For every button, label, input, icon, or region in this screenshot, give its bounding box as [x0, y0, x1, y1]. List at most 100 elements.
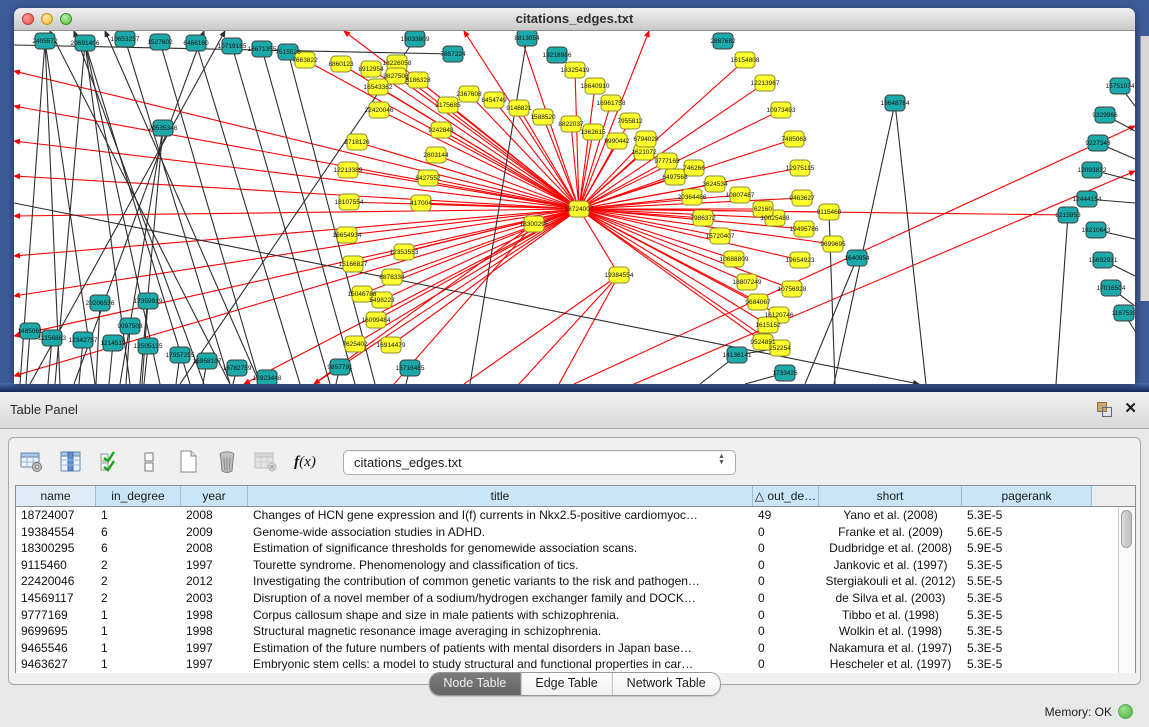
- table-row[interactable]: 977716911998Corpus callosum shape and si…: [16, 607, 1135, 624]
- graph-node-label: 14136141: [723, 352, 752, 359]
- cell-year: 2008: [181, 540, 248, 557]
- delete-table-icon[interactable]: [253, 449, 279, 475]
- graph-node-label: 7986372: [690, 215, 716, 222]
- table-row[interactable]: 1456911722003Disruption of a novel membe…: [16, 590, 1135, 607]
- graph-node-label: 2718126: [344, 139, 370, 146]
- cell-short: Yano et al. (2008): [819, 507, 962, 524]
- graph-node-label: 20364486: [678, 194, 707, 201]
- graph-node-label: 252254: [769, 345, 791, 352]
- table-row[interactable]: 911546021997Tourette syndrome. Phenomeno…: [16, 557, 1135, 574]
- graph-node-label: 8454749: [481, 97, 507, 104]
- float-panel-icon[interactable]: [1096, 401, 1112, 417]
- memory-status-indicator[interactable]: [1118, 704, 1133, 719]
- graph-edge: [519, 275, 619, 384]
- column-header-pagerank[interactable]: pagerank: [962, 486, 1092, 506]
- close-panel-icon[interactable]: ✕: [1124, 401, 1137, 417]
- column-header-name[interactable]: name: [16, 486, 96, 506]
- table-selector-dropdown[interactable]: citations_edges.txt ▲▼: [343, 450, 736, 475]
- table-row[interactable]: 969969511998Structural magnetic resonanc…: [16, 623, 1135, 640]
- graph-node-label: 9684067: [745, 299, 771, 306]
- graph-node-label: 2887682: [710, 38, 736, 45]
- graph-node-label: 16958107: [193, 358, 222, 365]
- graph-node-label: 11156863: [38, 335, 66, 342]
- table-panel-header: Table Panel ✕: [0, 392, 1149, 429]
- tab-network-table[interactable]: Network Table: [613, 673, 720, 695]
- graph-node-label: 10653257: [111, 36, 140, 43]
- graph-edge: [391, 209, 579, 345]
- cell-in_degree: 6: [96, 524, 181, 541]
- background-window-edge: [1140, 36, 1149, 301]
- network-window-title: citations_edges.txt: [14, 11, 1135, 26]
- node-table: namein_degreeyeartitle△ out_de…shortpage…: [15, 485, 1136, 673]
- cell-name: 19384554: [16, 524, 96, 541]
- column-header-in_degree[interactable]: in_degree: [96, 486, 181, 506]
- function-builder-icon[interactable]: f(x): [292, 449, 318, 475]
- table-row[interactable]: 2242004622012Investigating the contribut…: [16, 573, 1135, 590]
- table-body: 1872400712008Changes of HCN gene express…: [16, 507, 1135, 673]
- citation-network-graph[interactable]: 2405572206914061065325715276026466160107…: [14, 31, 1135, 384]
- table-row[interactable]: 946554611997Estimation of the future num…: [16, 640, 1135, 657]
- table-row[interactable]: 1938455462009Genome-wide association stu…: [16, 524, 1135, 541]
- graph-node-label: 20206536: [86, 300, 115, 307]
- graph-node-label: 16543362: [364, 84, 393, 91]
- cell-in_degree: 1: [96, 507, 181, 524]
- cell-short: Nakamura et al. (1997): [819, 640, 962, 657]
- graph-node-label: 746266: [683, 165, 705, 172]
- graph-node-label: 8215953: [1055, 212, 1081, 219]
- graph-node-label: 8822037: [558, 121, 584, 128]
- column-header-out_degree[interactable]: △ out_de…: [753, 486, 819, 506]
- graph-node-label: 16654934: [333, 232, 362, 239]
- table-settings-icon[interactable]: [19, 449, 45, 475]
- cell-title: Changes of HCN gene expression and I(f) …: [248, 507, 753, 524]
- tab-edge-table[interactable]: Edge Table: [521, 673, 612, 695]
- graph-node-label: 10688809: [720, 256, 749, 263]
- table-vertical-scrollbar[interactable]: [1118, 507, 1135, 673]
- table-row[interactable]: 946362711997Embryonic stem cells: a mode…: [16, 656, 1135, 673]
- memory-status-label: Memory: OK: [1045, 705, 1112, 719]
- graph-node-label: 18107554: [335, 199, 364, 206]
- graph-edge: [262, 49, 355, 384]
- cell-name: 22420046: [16, 573, 96, 590]
- column-selector-icon[interactable]: [58, 449, 84, 475]
- graph-node-label: 17957255: [166, 352, 195, 359]
- cell-pagerank: 5.3E-5: [962, 590, 1092, 607]
- cell-out_degree: 0: [753, 540, 819, 557]
- scrollbar-thumb[interactable]: [1121, 510, 1132, 548]
- cell-year: 1998: [181, 607, 248, 624]
- column-header-short[interactable]: short: [819, 486, 962, 506]
- row-height-icon[interactable]: [136, 449, 162, 475]
- graph-node-label: 9463627: [789, 195, 815, 202]
- cell-out_degree: 0: [753, 524, 819, 541]
- column-header-title[interactable]: title: [248, 486, 753, 506]
- graph-node-label: 18226058: [383, 60, 412, 67]
- graph-node-label: 18807249: [733, 279, 762, 286]
- cell-short: Stergiakouli et al. (2012): [819, 573, 962, 590]
- graph-node-label: 15166827: [339, 261, 368, 268]
- column-header-year[interactable]: year: [181, 486, 248, 506]
- graph-node-label: 12975115: [786, 165, 815, 172]
- network-canvas[interactable]: 2405572206914061065325715276026466160107…: [14, 31, 1135, 384]
- graph-node-label: 9777169: [654, 158, 680, 165]
- select-columns-icon[interactable]: [97, 449, 123, 475]
- delete-column-icon[interactable]: [214, 449, 240, 475]
- cell-year: 2012: [181, 573, 248, 590]
- network-window-titlebar[interactable]: citations_edges.txt: [14, 8, 1135, 31]
- table-row[interactable]: 1830029562008Estimation of significance …: [16, 540, 1135, 557]
- cell-title: Embryonic stem cells: a model to study s…: [248, 656, 753, 673]
- graph-node-label: 1615152: [755, 322, 781, 329]
- tab-node-table[interactable]: Node Table: [429, 673, 521, 695]
- graph-edge: [14, 209, 579, 256]
- cell-year: 1997: [181, 640, 248, 657]
- graph-edge: [232, 46, 330, 384]
- graph-node-label: 62160: [754, 206, 772, 213]
- graph-node-label: 7857224: [440, 51, 466, 58]
- graph-node-label: 16099484: [362, 317, 391, 324]
- network-window: citations_edges.txt 24055722069140610653…: [14, 8, 1135, 383]
- new-column-icon[interactable]: [175, 449, 201, 475]
- cell-pagerank: 5.3E-5: [962, 607, 1092, 624]
- graph-node-label: 1214519: [100, 340, 126, 347]
- graph-node-label: 6497568: [662, 174, 688, 181]
- cell-year: 2009: [181, 524, 248, 541]
- graph-node-label: 9097508: [117, 323, 143, 330]
- table-row[interactable]: 1872400712008Changes of HCN gene express…: [16, 507, 1135, 524]
